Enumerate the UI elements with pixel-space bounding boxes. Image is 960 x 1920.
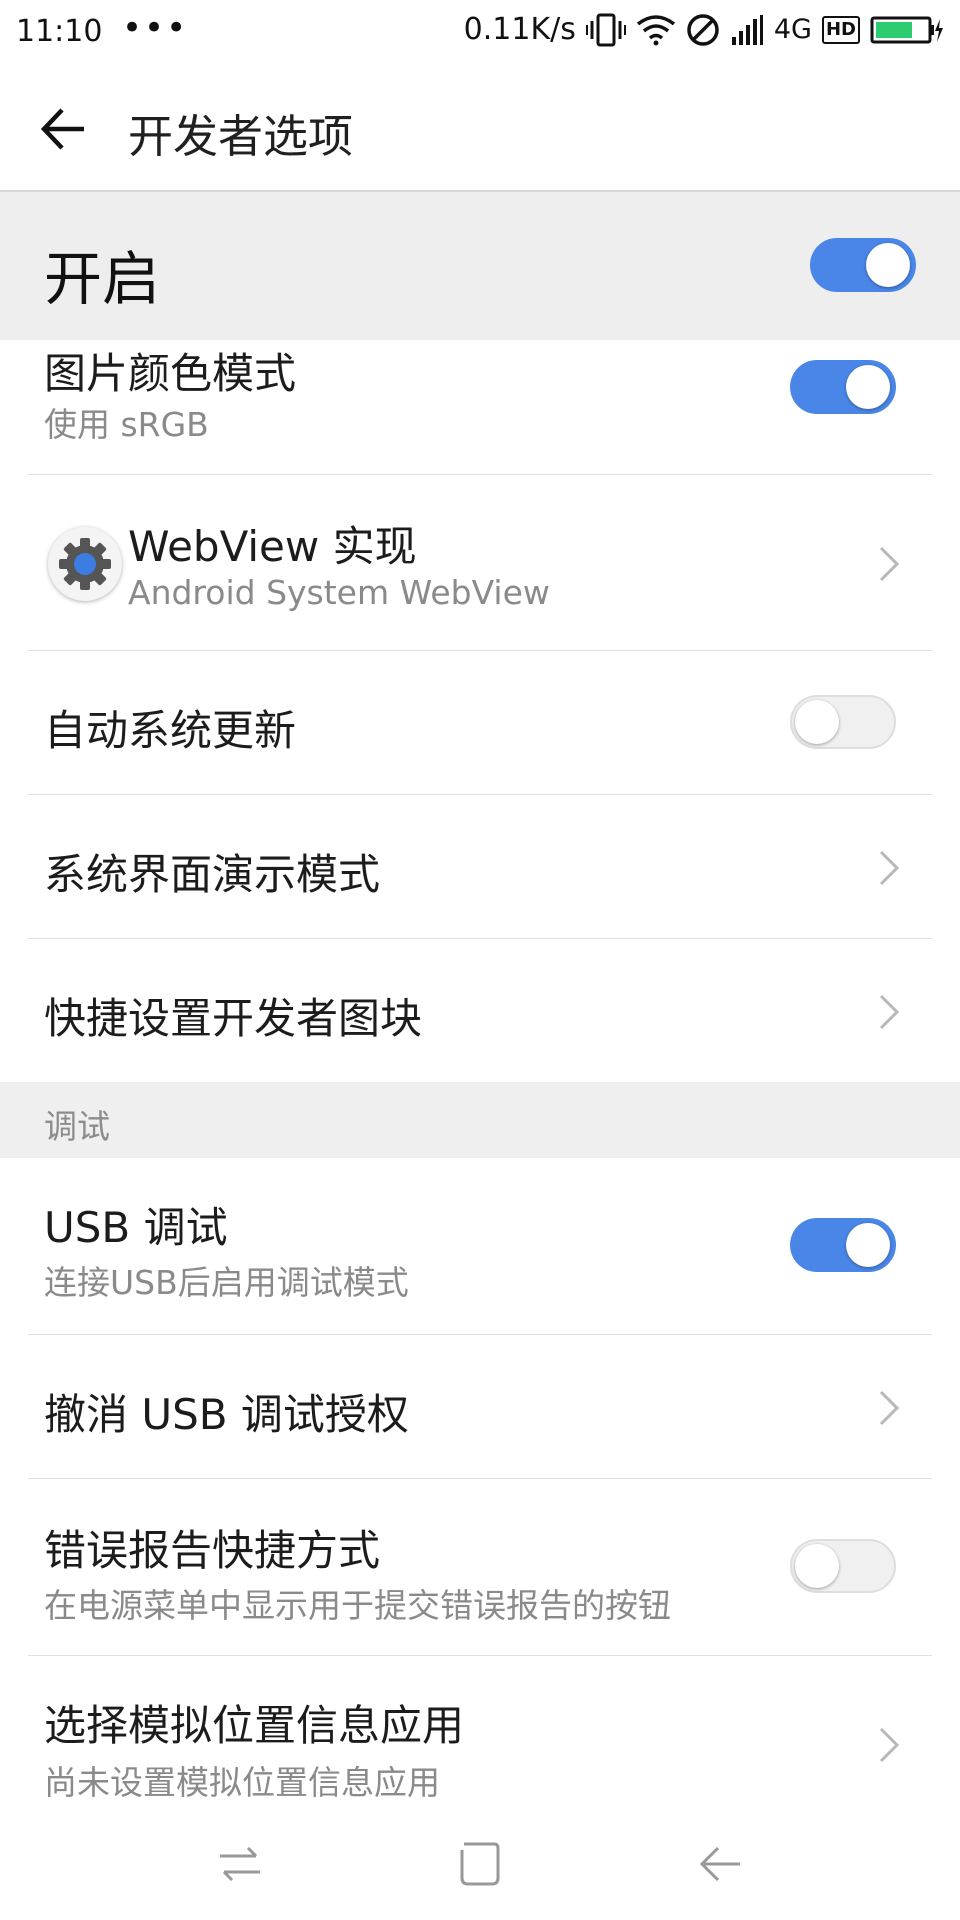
battery-icon xyxy=(870,16,943,43)
setting-subtitle: 在电源菜单中显示用于提交错误报告的按钮 xyxy=(44,1586,671,1625)
setting-row-demo-mode[interactable]: 系统界面演示模式 xyxy=(0,795,960,938)
status-time: 11:10 xyxy=(16,14,103,49)
setting-row-picture-color[interactable]: 图片颜色模式 使用 sRGB xyxy=(0,340,960,474)
setting-row-mock-location[interactable]: 选择模拟位置信息应用 尚未设置模拟位置信息应用 xyxy=(0,1656,960,1810)
setting-title: 系统界面演示模式 xyxy=(44,850,381,899)
setting-row-quick-tiles[interactable]: 快捷设置开发者图块 xyxy=(0,939,960,1082)
gear-icon xyxy=(59,538,111,590)
chevron-right-icon xyxy=(879,1390,900,1426)
setting-title: 选择模拟位置信息应用 xyxy=(44,1701,465,1750)
setting-title: 快捷设置开发者图块 xyxy=(44,994,423,1043)
bug-report-switch[interactable] xyxy=(790,1539,896,1593)
home-icon[interactable] xyxy=(454,1838,506,1890)
setting-row-revoke-usb[interactable]: 撤消 USB 调试授权 xyxy=(0,1335,960,1478)
vibrate-icon xyxy=(585,13,626,46)
setting-subtitle: 连接USB后启用调试模式 xyxy=(44,1263,409,1302)
notification-dots-icon: ••• xyxy=(122,8,189,48)
back-arrow-icon[interactable] xyxy=(40,106,86,152)
setting-subtitle: 尚未设置模拟位置信息应用 xyxy=(44,1763,440,1802)
setting-title: USB 调试 xyxy=(44,1203,228,1252)
picture-color-switch[interactable] xyxy=(790,360,896,414)
section-header-label: 调试 xyxy=(44,1107,110,1146)
section-header-debug: 调试 xyxy=(0,1082,960,1158)
setting-title: 错误报告快捷方式 xyxy=(44,1526,381,1575)
master-toggle-row[interactable]: 开启 xyxy=(0,192,960,340)
chevron-right-icon xyxy=(879,546,900,582)
setting-row-usb-debug[interactable]: USB 调试 连接USB后启用调试模式 xyxy=(0,1158,960,1334)
usb-debug-switch[interactable] xyxy=(790,1218,896,1272)
setting-subtitle: 使用 sRGB xyxy=(44,405,209,444)
page-title: 开发者选项 xyxy=(128,110,354,163)
do-not-disturb-icon xyxy=(687,13,719,46)
switch-knob xyxy=(846,1223,890,1267)
chevron-right-icon xyxy=(879,1727,900,1763)
signal-icon xyxy=(731,14,763,45)
setting-row-auto-update[interactable]: 自动系统更新 xyxy=(0,651,960,794)
wifi-icon xyxy=(636,14,675,45)
setting-title: 撤消 USB 调试授权 xyxy=(44,1390,409,1439)
back-icon[interactable] xyxy=(694,1838,746,1890)
master-toggle-label: 开启 xyxy=(44,245,161,313)
setting-title: WebView 实现 xyxy=(128,522,417,571)
switch-knob xyxy=(795,1544,839,1588)
setting-row-webview[interactable]: WebView 实现 Android System WebView xyxy=(0,475,960,650)
status-bar: 11:10 ••• 0.11K/s 4G HD xyxy=(0,0,960,66)
navigation-bar xyxy=(0,1810,960,1920)
setting-row-bug-report[interactable]: 错误报告快捷方式 在电源菜单中显示用于提交错误报告的按钮 xyxy=(0,1479,960,1655)
setting-title: 图片颜色模式 xyxy=(44,349,297,398)
chevron-right-icon xyxy=(879,850,900,886)
auto-update-switch[interactable] xyxy=(790,695,896,749)
master-switch[interactable] xyxy=(810,238,916,292)
setting-title: 自动系统更新 xyxy=(44,706,297,755)
setting-subtitle: Android System WebView xyxy=(128,573,550,612)
hd-badge: HD xyxy=(821,15,860,44)
switch-knob xyxy=(866,243,910,287)
switch-knob xyxy=(795,700,839,744)
status-indicators: 0.11K/s 4G HD xyxy=(464,12,944,47)
switch-knob xyxy=(846,365,890,409)
network-type: 4G xyxy=(773,14,812,45)
chevron-right-icon xyxy=(879,994,900,1030)
settings-app-icon xyxy=(48,527,122,601)
switch-apps-icon[interactable] xyxy=(214,1838,266,1890)
network-speed: 0.11K/s xyxy=(463,12,576,47)
app-bar: 开发者选项 xyxy=(0,66,960,190)
